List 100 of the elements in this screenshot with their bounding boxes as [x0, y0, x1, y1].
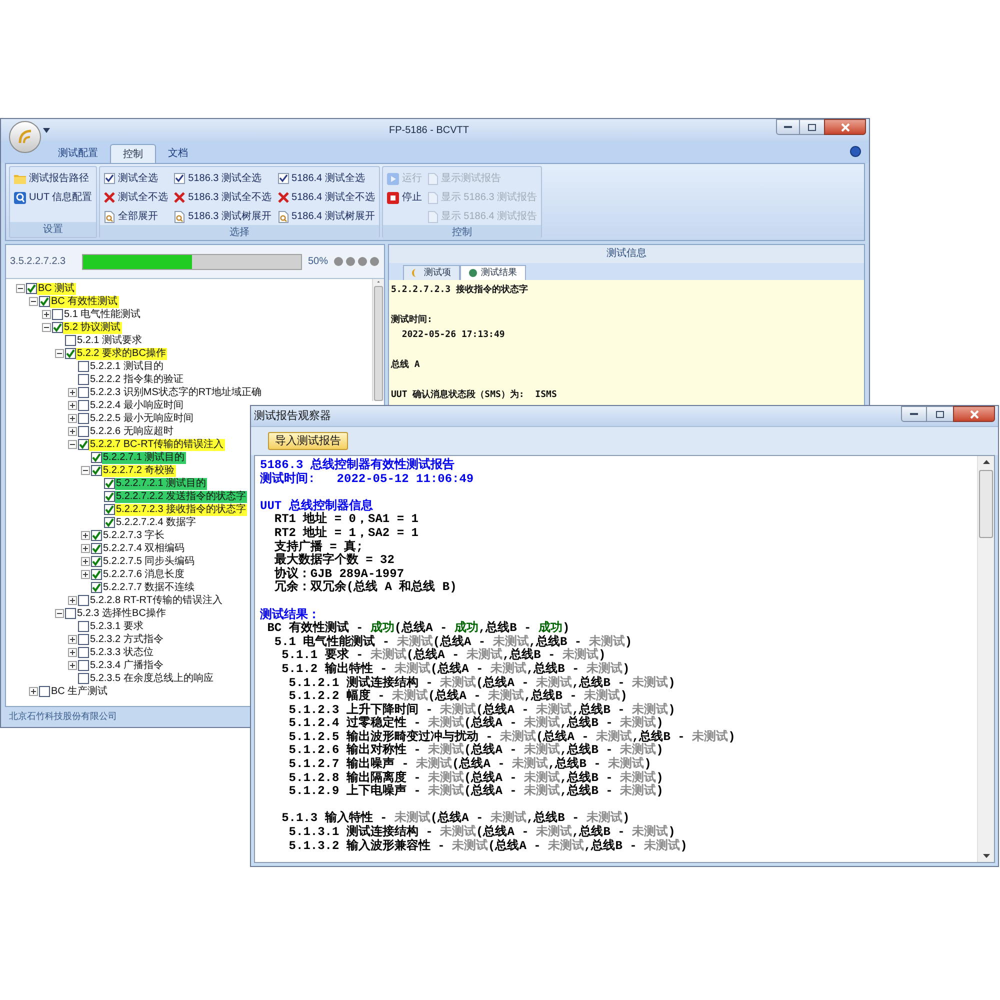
tree-item[interactable]: 5.2.3 选择性BC操作 — [76, 608, 167, 620]
expander-button[interactable] — [68, 440, 76, 449]
tree-checkbox[interactable] — [26, 283, 37, 294]
expander-button[interactable] — [68, 661, 76, 670]
tree-checkbox[interactable] — [78, 647, 89, 658]
expander-button[interactable] — [42, 323, 50, 332]
tree-item[interactable]: 5.2.2.5 最小无响应时间 — [89, 412, 194, 424]
tree-item[interactable]: BC 测试 — [37, 282, 76, 294]
minimize-button[interactable] — [776, 119, 800, 135]
expander-button[interactable] — [28, 297, 38, 306]
tree-item[interactable]: 5.2.3.2 方式指令 — [89, 634, 164, 646]
tree-checkbox[interactable] — [91, 465, 102, 476]
tree-checkbox[interactable] — [104, 517, 115, 528]
tree-item[interactable]: 5.2.3.3 状态位 — [89, 646, 154, 658]
scroll-thumb[interactable] — [979, 470, 993, 538]
expander-button[interactable] — [54, 609, 64, 618]
ribbon-button[interactable]: 停止 — [386, 189, 422, 206]
tree-checkbox[interactable] — [65, 335, 76, 346]
dropdown-arrow-icon[interactable] — [43, 128, 50, 132]
expander-button[interactable] — [68, 635, 76, 644]
scrollbar[interactable] — [977, 456, 994, 862]
tree-checkbox[interactable] — [78, 426, 89, 437]
panel-tab[interactable]: 测试项 — [403, 265, 460, 280]
expander-button[interactable] — [68, 401, 76, 410]
tree-item[interactable]: 5.2.2.7 BC-RT传输的错误注入 — [89, 438, 225, 450]
tree-item[interactable]: 5.2.2.7.2.2 发送指令的状态字 — [115, 490, 248, 502]
tree-item[interactable]: 5.2.2.8 RT-RT传输的错误注入 — [89, 594, 224, 606]
tree-item[interactable]: 5.2.2.7.2.4 数据字 — [115, 516, 198, 528]
tree-item[interactable]: 5.2.3.4 广播指令 — [89, 660, 164, 672]
tree-item[interactable]: 5.2.2.7.7 数据不连续 — [102, 582, 196, 594]
tree-checkbox[interactable] — [78, 374, 89, 385]
expander-button[interactable] — [68, 427, 76, 436]
tree-checkbox[interactable] — [104, 478, 115, 489]
ribbon-button[interactable]: 5186.4 测试树展开 — [278, 208, 375, 225]
import-report-button[interactable]: 导入测试报告 — [268, 432, 348, 450]
tree-checkbox[interactable] — [65, 608, 76, 619]
tree-checkbox[interactable] — [78, 439, 89, 450]
expander-button[interactable] — [80, 544, 90, 553]
tree-item[interactable]: 5.2.2.4 最小响应时间 — [89, 400, 184, 412]
help-icon[interactable] — [850, 146, 861, 157]
tree-checkbox[interactable] — [78, 400, 89, 411]
tree-item[interactable]: 5.2.3.1 要求 — [89, 620, 144, 632]
tree-checkbox[interactable] — [91, 452, 102, 463]
tree-item[interactable]: 5.2.2.7.2 奇校验 — [102, 464, 176, 476]
tree-item[interactable]: 5.2.2.2 指令集的验证 — [89, 374, 184, 386]
tree-checkbox[interactable] — [78, 673, 89, 684]
tree-item[interactable]: 5.2.1 测试要求 — [76, 334, 144, 346]
tree-checkbox[interactable] — [91, 556, 102, 567]
ribbon-button[interactable]: 测试全不选 — [104, 189, 168, 206]
minimize-button[interactable] — [901, 406, 927, 422]
tree-item[interactable]: 5.2.2.7.5 同步头编码 — [102, 556, 196, 568]
tree-item[interactable]: 5.1 电气性能测试 — [63, 308, 142, 320]
ribbon-button[interactable]: 5186.3 测试全选 — [174, 170, 272, 187]
up-arrow-icon[interactable] — [982, 460, 990, 464]
expander-button[interactable] — [68, 388, 76, 397]
tree-checkbox[interactable] — [91, 569, 102, 580]
expander-button[interactable] — [80, 531, 90, 540]
expander-button[interactable] — [42, 310, 50, 319]
tree-item[interactable]: 5.2.2.7.6 消息长度 — [102, 568, 186, 580]
expander-button[interactable] — [80, 557, 90, 566]
ribbon-button[interactable]: 全部展开 — [104, 208, 168, 225]
tree-checkbox[interactable] — [78, 361, 89, 372]
expander-button[interactable] — [68, 648, 76, 657]
tree-item[interactable]: 5.2.2.3 识别MS状态字的RT地址域正确 — [89, 386, 263, 398]
ribbon-tab[interactable]: 控制 — [110, 144, 156, 163]
tree-item[interactable]: 5.2.2.7.3 字长 — [102, 530, 166, 542]
ribbon-button[interactable]: UUT 信息配置 — [14, 189, 92, 206]
tree-item[interactable]: BC 有效性测试 — [50, 296, 119, 308]
tree-checkbox[interactable] — [52, 309, 63, 320]
tree-checkbox[interactable] — [65, 348, 76, 359]
ribbon-button[interactable]: 5186.4 测试全选 — [278, 170, 375, 187]
tree-item[interactable]: 5.2.2 要求的BC操作 — [76, 348, 167, 360]
expander-button[interactable] — [68, 414, 76, 423]
tree-item[interactable]: 5.2.2.7.2.1 测试目的 — [115, 478, 208, 490]
ribbon-tab[interactable]: 测试配置 — [46, 144, 110, 163]
tree-item[interactable]: 5.2.2.7.2.3 接收指令的状态字 — [115, 504, 248, 516]
expander-button[interactable] — [28, 687, 38, 696]
panel-tab[interactable]: 测试结果 — [460, 265, 526, 280]
tree-item[interactable]: BC 生产测试 — [50, 686, 109, 698]
ribbon-button[interactable]: 5186.3 测试全不选 — [174, 189, 272, 206]
expander-button[interactable] — [68, 596, 76, 605]
tree-checkbox[interactable] — [78, 621, 89, 632]
tree-checkbox[interactable] — [91, 582, 102, 593]
tree-item[interactable]: 5.2.3.5 在余度总线上的响应 — [89, 672, 214, 684]
tree-checkbox[interactable] — [78, 413, 89, 424]
close-button[interactable] — [953, 406, 995, 422]
close-button[interactable] — [824, 119, 866, 135]
tree-checkbox[interactable] — [104, 504, 115, 515]
ribbon-button[interactable]: 测试报告路径 — [14, 170, 92, 187]
maximize-button[interactable] — [927, 406, 953, 422]
tree-checkbox[interactable] — [78, 660, 89, 671]
tree-checkbox[interactable] — [104, 491, 115, 502]
tree-item[interactable]: 5.2 协议测试 — [63, 322, 122, 334]
scrollbar[interactable] — [372, 279, 384, 401]
expander-button[interactable] — [80, 466, 90, 475]
tree-item[interactable]: 5.2.2.7.1 测试目的 — [102, 452, 186, 464]
tree-checkbox[interactable] — [39, 686, 50, 697]
tree-checkbox[interactable] — [91, 530, 102, 541]
tree-item[interactable]: 5.2.2.7.4 双相编码 — [102, 542, 186, 554]
expander-button[interactable] — [80, 570, 90, 579]
